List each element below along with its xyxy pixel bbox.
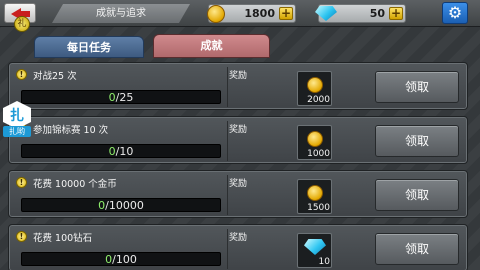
side-badge-glyph: 扎 [10,108,24,124]
progress-total: 10 [119,145,134,158]
diamond-icon [315,6,337,21]
progress-bar: 0/25 [21,90,221,104]
reward-amount: 1000 [307,149,330,159]
tab-achievements[interactable]: 成就 [153,34,270,58]
achievement-medal-icon: ! [16,177,27,188]
achievement-title: 花费 10000 个金币 [33,179,117,190]
progress-bar: 0/10 [21,144,221,158]
tab-daily-tasks[interactable]: 每日任务 [34,36,144,58]
gear-icon: ⚙ [447,3,463,22]
hexagon-badge-icon: 扎 [3,101,31,129]
reward-slot: 10 [297,233,332,268]
gold-coin-icon [307,131,323,147]
reward-label: 奖励 [229,71,248,81]
claim-button[interactable]: 领取 [375,125,459,157]
row-divider [227,175,228,215]
side-button-label: 扎哟 [3,126,31,137]
reward-amount: 10 [318,257,330,267]
progress-total: 100 [115,253,137,266]
reward-amount: 2000 [307,95,330,105]
achievement-row: ! 对战25 次 0/25 奖励 2000 领取 [8,62,468,110]
gift-badge-icon[interactable]: 礼 [14,16,30,32]
reward-amount: 1500 [307,203,330,213]
gold-coin-icon [307,185,323,201]
achievement-row: ! 花费 10000 个金币 0/10000 奖励 1500 领取 [8,170,468,218]
add-gems-button[interactable]: + [389,7,403,20]
side-float-button[interactable]: 扎 扎哟 [3,101,31,137]
achievement-medal-icon: ! [16,69,27,80]
progress-bar: 0/10000 [21,198,221,212]
achievement-title: 对战25 次 [33,71,77,82]
reward-slot: 2000 [297,71,332,106]
achievement-title: 参加锦标赛 10 次 [33,125,109,136]
progress-total: 10000 [108,199,144,212]
row-divider [227,121,228,161]
achievement-medal-icon: ! [16,231,27,242]
progress-total: 25 [119,91,134,104]
page-title: 成就与追求 [52,4,190,23]
achievement-title: 花费 100钻石 [33,233,93,244]
gold-amount: 1800 [244,7,275,20]
claim-button[interactable]: 领取 [375,233,459,265]
gem-counter: 50 + [315,4,406,23]
progress-current: 0 [108,91,116,104]
row-divider [227,229,228,269]
claim-button[interactable]: 领取 [375,71,459,103]
diamond-icon [304,239,326,255]
add-gold-button[interactable]: + [279,7,293,20]
reward-label: 奖励 [229,179,248,189]
gold-coin-icon [307,77,323,93]
progress-bar: 0/100 [21,252,221,266]
top-bar: 礼 成就与追求 1800 + 50 + ⚙ [0,0,480,32]
reward-label: 奖励 [229,233,248,243]
reward-slot: 1000 [297,125,332,160]
reward-label: 奖励 [229,125,248,135]
progress-current: 0 [108,145,116,158]
gold-counter: 1800 + [207,4,296,23]
reward-slot: 1500 [297,179,332,214]
settings-button[interactable]: ⚙ [442,2,468,24]
achievement-row: ! 参加锦标赛 10 次 0/10 奖励 1000 领取 [8,116,468,164]
achievement-list[interactable]: ! 对战25 次 0/25 奖励 2000 领取 ! 参加锦标赛 10 次 0/… [0,58,480,270]
row-divider [227,67,228,107]
gem-amount: 50 [369,7,385,20]
gold-coin-icon [207,5,225,23]
achievement-row: ! 花费 100钻石 0/100 奖励 10 领取 [8,224,468,270]
claim-button[interactable]: 领取 [375,179,459,211]
